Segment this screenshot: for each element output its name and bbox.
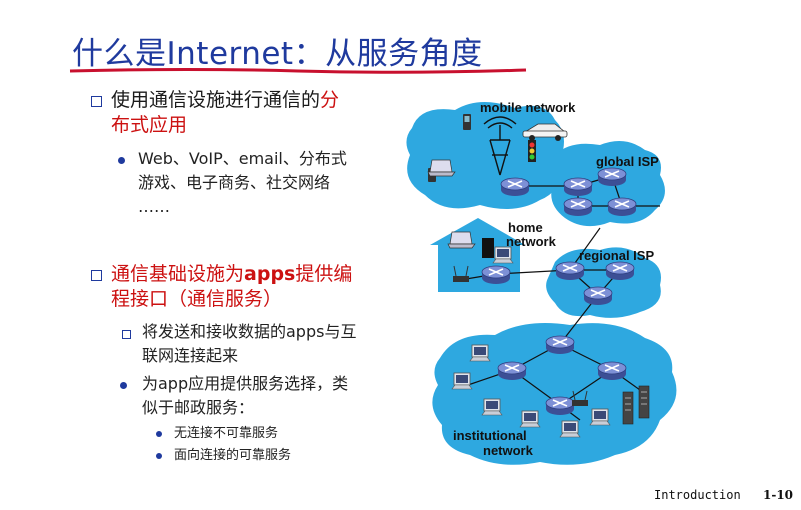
desktop-pc-icon <box>469 344 491 362</box>
desktop-pc-icon <box>519 410 541 428</box>
institutional-network-label-2: network <box>483 443 534 458</box>
mobile-phone-icon <box>463 114 471 130</box>
network-diagram: mobile network global ISP home network r… <box>406 100 677 465</box>
media-player-icon <box>482 238 494 258</box>
desktop-pc-icon <box>559 420 581 438</box>
server-icon <box>622 391 634 425</box>
router-icon <box>597 167 627 187</box>
home-network-label-2: network <box>506 234 557 249</box>
router-icon <box>545 335 575 355</box>
home-network-label-1: home <box>508 220 543 235</box>
router-icon <box>497 361 527 381</box>
desktop-pc-icon <box>492 246 514 264</box>
footer-section: Introduction <box>654 488 741 502</box>
footer-page-number: 1-10 <box>763 488 794 502</box>
mobile-network-cloud <box>406 101 564 209</box>
traffic-light-icon <box>528 140 536 162</box>
router-icon <box>545 396 575 416</box>
router-icon <box>555 261 585 281</box>
router-icon <box>563 197 593 217</box>
router-icon <box>500 177 530 197</box>
router-icon <box>607 197 637 217</box>
router-icon <box>597 361 627 381</box>
desktop-pc-icon <box>451 372 473 390</box>
router-icon <box>481 265 511 285</box>
global-isp-label: global ISP <box>596 154 659 169</box>
router-icon <box>583 286 613 306</box>
router-icon <box>563 177 593 197</box>
institutional-network-label-1: institutional <box>453 428 527 443</box>
desktop-pc-icon <box>481 398 503 416</box>
regional-isp-label: regional ISP <box>579 248 654 263</box>
router-icon <box>605 261 635 281</box>
mobile-network-label: mobile network <box>480 100 576 115</box>
desktop-pc-icon <box>589 408 611 426</box>
server-icon <box>638 385 650 419</box>
